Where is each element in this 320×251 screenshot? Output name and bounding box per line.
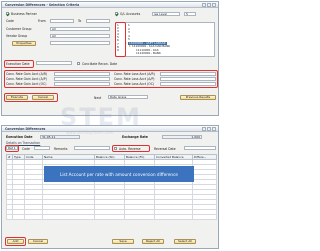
window-controls [202,127,216,131]
window-title: Conversion Differences [5,127,46,132]
level-highlight-box [115,22,126,57]
maximize-icon[interactable] [207,127,211,131]
vendor-group-label: Vendor Group [6,34,28,38]
expand-arrow-icon[interactable] [129,45,131,47]
table-cell[interactable] [124,214,155,220]
customer-group-select[interactable]: All [50,27,110,31]
window-controls [202,3,216,7]
properties-field[interactable] [50,41,110,45]
conversion-table[interactable]: # Type Code Name Balance (SC) Balance (F… [6,154,217,220]
auto-reverse-label: Auto. Reverse [119,147,141,151]
window-title: Conversion Differences - Selection Crite… [5,3,80,8]
exchange-rate-value: 1.000 [162,134,202,139]
next-label: Next [94,96,102,100]
account-tree[interactable]: 1 2 3 4 5 6 7 8 9 1 2 3 4 5 11000000 - A… [115,22,215,57]
loss-acct-ar-label: Conv. Rate Loss Acct (A/R) [114,72,155,76]
code-label: Code [6,19,14,23]
auto-reverse-checkbox[interactable] [114,147,117,150]
customer-group-label: Customer Group [6,27,32,31]
watermark-logo: STEM [60,103,142,131]
gain-acct-ar-label: Conv. Rate Gain Acct (A/R) [6,72,48,76]
code-field[interactable] [34,146,50,150]
exchange-rate-label: Exchange Rate [122,135,148,139]
next-rate-select[interactable]: Rate Grass [108,95,148,99]
table-cell[interactable] [42,214,95,220]
annotation-banner: List Account per rate with amount conver… [44,166,194,182]
loss-acct-ar-field[interactable] [160,71,216,76]
table-cell[interactable] [24,214,43,220]
minimize-icon[interactable] [202,127,206,131]
add-button[interactable]: Add [7,239,24,244]
cancel-button[interactable]: Cancel [28,239,48,244]
save-button[interactable]: Save [112,239,134,244]
execution-date-field[interactable] [36,61,72,65]
gain-acct-oc-field[interactable] [54,81,110,86]
remarks-label: Remarks [54,147,68,151]
reversal-date-field[interactable] [184,146,216,150]
close-icon[interactable] [212,127,216,131]
gain-acct-ar-field[interactable] [54,71,110,76]
minimize-icon[interactable] [202,3,206,7]
select-all-button[interactable]: Select All [174,239,196,244]
business-partner-label: Business Partner [11,12,37,16]
gl-level-select[interactable]: ies Level [152,12,180,16]
gl-level-number[interactable]: 5 [184,12,196,16]
gl-accounts-checkbox[interactable] [115,12,118,15]
loss-acct-oc-label: Conv. Rate Loss Acct (OC) [114,82,155,86]
close-icon[interactable] [212,3,216,7]
properties-button[interactable]: Properties [12,41,36,46]
execution-date-label: Execution Date [6,62,30,66]
table-cell[interactable] [12,214,25,220]
vendor-group-select[interactable]: All [50,34,110,38]
business-partner-checkbox[interactable] [6,12,9,15]
code-from-field[interactable] [50,19,74,23]
maximize-icon[interactable] [207,3,211,7]
table-cell[interactable] [154,214,193,220]
table-cell[interactable] [94,214,125,220]
table-cell[interactable] [192,214,217,220]
cancel-button[interactable]: Cancel [32,95,54,100]
conversion-differences-window: Conversion Differences Execution Date 31… [1,125,219,249]
previous-results-button[interactable]: Previous Results [180,95,216,100]
conciliate-recon-checkbox[interactable] [77,62,80,65]
reversal-date-label: Reversal Date [154,147,176,151]
gain-acct-ap-field[interactable] [54,76,110,81]
gl-accounts-label: G/L Accounts [120,12,141,16]
conciliate-recon-label: Conciliate Recon. Date [82,62,118,66]
loss-acct-oc-field[interactable] [160,81,216,86]
table-row[interactable] [6,214,217,220]
watermark-url: www.sterling-team.com [66,130,114,135]
loss-acct-ap-field[interactable] [160,76,216,81]
reject-all-button[interactable]: Reject All [142,239,164,244]
execute-button[interactable]: Execute [6,95,28,100]
code-from-label: From [38,19,46,23]
execution-date-label: Execution Date [6,135,33,139]
gain-acct-oc-label: Conv. Rate Gain Acct (OC) [6,82,47,86]
code-label: Code [22,147,30,151]
window-titlebar: Conversion Differences - Selection Crite… [2,2,218,8]
loss-acct-ap-label: Conv. Rate Loss Acct (A/P) [114,77,155,81]
selection-criteria-window: Conversion Differences - Selection Crite… [1,1,219,116]
tree-item[interactable]: 11120000 - BANK [136,52,161,55]
execution-date-value: 31.05.11 [40,134,80,139]
code-to-field[interactable] [86,19,110,23]
remarks-field[interactable] [74,146,110,150]
gain-acct-ap-label: Conv. Rate Gain Acct (A/P) [6,77,47,81]
code-to-label: To [78,19,82,23]
ref-select[interactable]: Ref 1 [6,146,18,150]
